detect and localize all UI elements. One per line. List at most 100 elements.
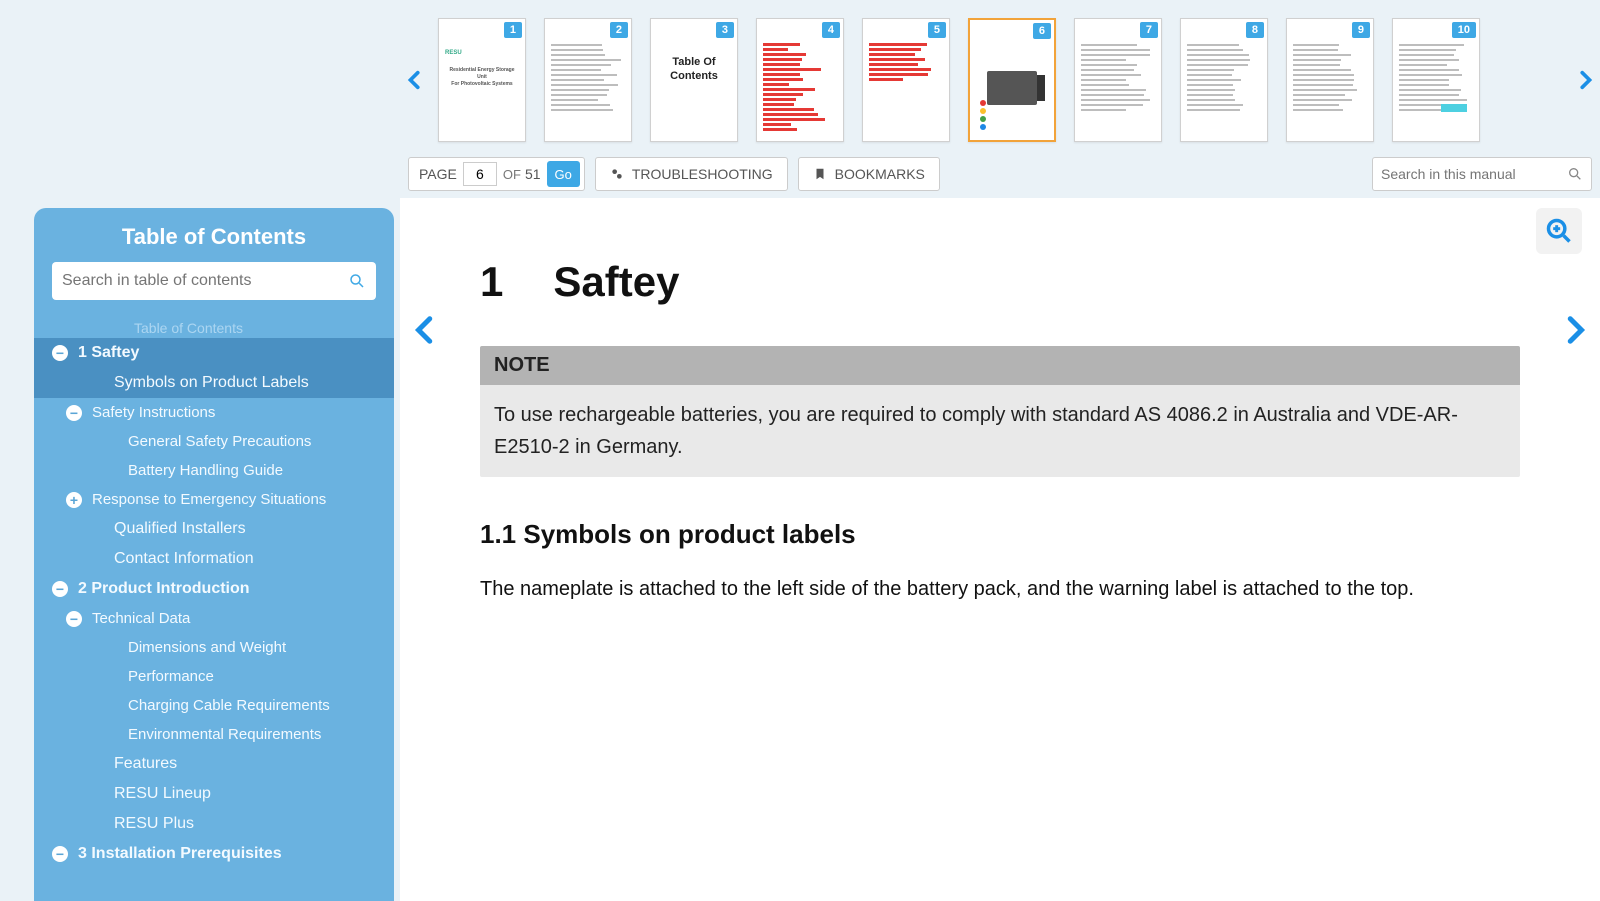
thumbnail-page-7[interactable]: 7	[1074, 18, 1162, 142]
thumbnail-page-8[interactable]: 8	[1180, 18, 1268, 142]
thumbnail-preview	[551, 41, 625, 135]
thumbnail-page-9[interactable]: 9	[1286, 18, 1374, 142]
body-text: The nameplate is attached to the left si…	[480, 572, 1520, 606]
gears-icon	[610, 167, 624, 181]
thumb-prev-button[interactable]	[400, 65, 430, 95]
toc-item[interactable]: −1 Saftey	[34, 338, 394, 368]
thumbnail-page-3[interactable]: 3 Table Of Contents	[650, 18, 738, 142]
toc-item-label: Contact Information	[114, 550, 254, 568]
collapse-icon[interactable]: −	[52, 581, 68, 597]
toc-item-label: Technical Data	[92, 610, 190, 627]
thumbnail-preview	[976, 42, 1048, 134]
page-number-badge: 1	[504, 22, 522, 38]
zoom-in-button[interactable]	[1536, 208, 1582, 254]
toc-item[interactable]: Qualified Installers	[34, 514, 394, 544]
manual-search-input[interactable]	[1381, 166, 1567, 182]
toc-item-label: Response to Emergency Situations	[92, 491, 326, 508]
toc-list[interactable]: Table of Contents −1 SafteySymbols on Pr…	[34, 318, 394, 901]
thumbnail-page-10[interactable]: 10	[1392, 18, 1480, 142]
toc-title: Table of Contents	[34, 208, 394, 262]
page-next-button[interactable]	[1556, 312, 1592, 348]
collapse-icon[interactable]: −	[52, 345, 68, 361]
toc-item[interactable]: Environmental Requirements	[34, 720, 394, 749]
page-input[interactable]	[463, 162, 497, 186]
thumbnail-preview	[1187, 41, 1261, 135]
toc-search[interactable]	[52, 262, 376, 300]
go-button[interactable]: Go	[547, 161, 580, 187]
page-number-badge: 7	[1140, 22, 1158, 38]
toc-item-label: Performance	[128, 668, 214, 685]
thumbnail-preview	[763, 41, 837, 135]
toc-item-label: Dimensions and Weight	[128, 639, 286, 656]
collapse-icon[interactable]: −	[66, 405, 82, 421]
page-number-badge: 3	[716, 22, 734, 38]
thumb-next-button[interactable]	[1570, 65, 1600, 95]
total-pages: 51	[525, 166, 541, 182]
note-text: To use rechargeable batteries, you are r…	[480, 385, 1520, 477]
thumbnail-preview: Table Of Contents	[657, 41, 731, 135]
zoom-in-icon	[1545, 217, 1573, 245]
toc-search-input[interactable]	[62, 272, 348, 290]
of-label: OF	[503, 167, 521, 182]
thumbnail-page-6[interactable]: 6	[968, 18, 1056, 142]
toc-item[interactable]: Symbols on Product Labels	[34, 368, 394, 398]
page-number-badge: 8	[1246, 22, 1264, 38]
search-icon	[1567, 166, 1583, 182]
section-number: 1	[480, 258, 503, 306]
toc-sidebar: Table of Contents Table of Contents −1 S…	[34, 208, 394, 901]
page-number-badge: 10	[1452, 22, 1476, 38]
expand-icon[interactable]: +	[66, 492, 82, 508]
toc-item-label: 1 Saftey	[78, 344, 139, 362]
toc-item-label: Battery Handling Guide	[128, 462, 283, 479]
page-number-badge: 9	[1352, 22, 1370, 38]
toc-item-label: 2 Product Introduction	[78, 580, 250, 598]
thumbnail-strip: 1RESUResidential Energy Storage UnitFor …	[400, 10, 1600, 150]
bookmarks-label: BOOKMARKS	[835, 166, 925, 182]
toc-item[interactable]: Dimensions and Weight	[34, 633, 394, 662]
toc-item[interactable]: Performance	[34, 662, 394, 691]
toc-item[interactable]: −Safety Instructions	[34, 398, 394, 427]
thumbnail-page-5[interactable]: 5	[862, 18, 950, 142]
toc-item[interactable]: Contact Information	[34, 544, 394, 574]
troubleshooting-button[interactable]: TROUBLESHOOTING	[595, 157, 788, 191]
bookmarks-button[interactable]: BOOKMARKS	[798, 157, 940, 191]
toc-item-label: 3 Installation Prerequisites	[78, 845, 282, 863]
section-title: Saftey	[553, 258, 679, 306]
subsection-heading: 1.1 Symbols on product labels	[480, 519, 1520, 550]
toc-item-label: General Safety Precautions	[128, 433, 311, 450]
toc-item[interactable]: RESU Lineup	[34, 779, 394, 809]
toc-item-cutoff[interactable]: Table of Contents	[34, 318, 394, 338]
toc-item-label: Features	[114, 755, 177, 773]
note-box: NOTE To use rechargeable batteries, you …	[480, 346, 1520, 477]
chevron-right-icon	[1559, 315, 1589, 345]
collapse-icon[interactable]: −	[66, 611, 82, 627]
page-selector: PAGE OF 51 Go	[408, 157, 585, 191]
thumbnail-preview	[1081, 41, 1155, 135]
bookmark-icon	[813, 167, 827, 181]
toc-item-label: Qualified Installers	[114, 520, 246, 538]
thumbnail-page-1[interactable]: 1RESUResidential Energy Storage UnitFor …	[438, 18, 526, 142]
toc-item[interactable]: −Technical Data	[34, 604, 394, 633]
note-label: NOTE	[480, 346, 1520, 385]
page-view: 1 Saftey NOTE To use rechargeable batter…	[400, 198, 1600, 901]
collapse-icon[interactable]: −	[52, 846, 68, 862]
page-number-badge: 4	[822, 22, 840, 38]
page-number-badge: 6	[1033, 23, 1051, 39]
toc-item[interactable]: −2 Product Introduction	[34, 574, 394, 604]
toc-item[interactable]: Features	[34, 749, 394, 779]
manual-search[interactable]	[1372, 157, 1592, 191]
toc-item[interactable]: −3 Installation Prerequisites	[34, 839, 394, 869]
toc-item[interactable]: Battery Handling Guide	[34, 456, 394, 485]
page-prev-button[interactable]	[408, 312, 444, 348]
toc-item[interactable]: General Safety Precautions	[34, 427, 394, 456]
toc-item[interactable]: + Response to Emergency Situations	[34, 485, 394, 514]
thumbnail-page-2[interactable]: 2	[544, 18, 632, 142]
toc-item-label: Charging Cable Requirements	[128, 697, 330, 714]
toc-item[interactable]: RESU Plus	[34, 809, 394, 839]
toc-item[interactable]: Charging Cable Requirements	[34, 691, 394, 720]
toc-item-label: Table of Contents	[134, 320, 243, 336]
thumbnail-preview	[1399, 41, 1473, 135]
thumbnail-preview	[869, 41, 943, 135]
toc-item-label: Environmental Requirements	[128, 726, 321, 743]
thumbnail-page-4[interactable]: 4	[756, 18, 844, 142]
